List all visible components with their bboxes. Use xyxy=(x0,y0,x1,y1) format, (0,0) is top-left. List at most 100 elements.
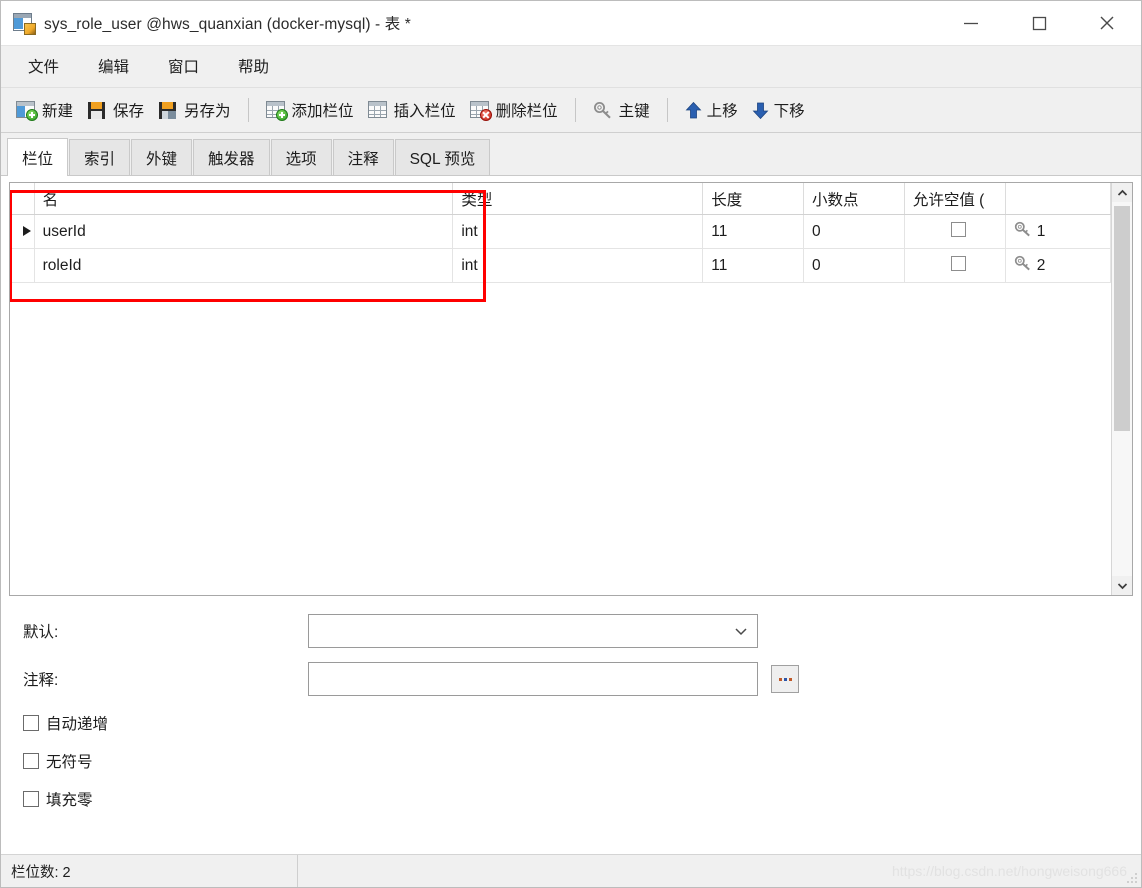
grid-vertical-scrollbar[interactable] xyxy=(1111,183,1132,595)
header-key[interactable] xyxy=(1005,183,1111,215)
window-controls xyxy=(937,1,1141,45)
scrollbar-track[interactable] xyxy=(1112,202,1132,576)
default-value-combobox[interactable] xyxy=(308,614,758,648)
cell-decimals[interactable]: 0 xyxy=(803,214,905,249)
cell-nullable[interactable] xyxy=(904,214,1006,249)
save-button[interactable]: 保存 xyxy=(80,93,151,127)
insert-field-button[interactable]: 插入栏位 xyxy=(361,93,463,127)
tab-indexes-label: 索引 xyxy=(84,150,116,168)
row-marker-selected[interactable] xyxy=(10,214,35,249)
status-bar-right: https://blog.csdn.net/hongweisong666 xyxy=(298,855,1141,887)
arrow-down-icon xyxy=(752,101,769,120)
scroll-up-button[interactable] xyxy=(1112,183,1132,202)
key-order: 2 xyxy=(1036,256,1046,274)
delete-field-icon xyxy=(469,100,492,121)
delete-field-button-label: 删除栏位 xyxy=(495,103,558,120)
tab-strip: 栏位 索引 外键 触发器 选项 注释 SQL 预览 xyxy=(1,133,1141,176)
minimize-button[interactable] xyxy=(937,1,1005,44)
save-as-button[interactable]: 另存为 xyxy=(151,93,238,127)
header-type[interactable]: 类型 xyxy=(452,183,704,215)
close-button[interactable] xyxy=(1073,1,1141,44)
scrollbar-thumb[interactable] xyxy=(1114,206,1130,431)
scroll-down-button[interactable] xyxy=(1112,576,1132,595)
key-icon xyxy=(1014,255,1033,276)
insert-field-button-label: 插入栏位 xyxy=(393,103,456,120)
fields-header-row: 名 类型 长度 小数点 允许空值 ( xyxy=(10,183,1111,215)
new-button[interactable]: 新建 xyxy=(9,93,80,127)
cell-decimals[interactable]: 0 xyxy=(803,248,905,283)
move-down-button[interactable]: 下移 xyxy=(745,93,812,127)
cell-name[interactable]: userId xyxy=(34,214,454,249)
comment-input[interactable] xyxy=(308,662,758,696)
fields-grid-viewport[interactable]: 名 类型 长度 小数点 允许空值 ( userId int 11 0 1 rol… xyxy=(10,183,1111,595)
save-as-icon xyxy=(158,101,179,120)
menu-item-window[interactable]: 窗口 xyxy=(152,51,215,82)
key-icon xyxy=(1014,221,1033,242)
zerofill-checkbox[interactable] xyxy=(23,791,39,807)
maximize-button[interactable] xyxy=(1005,1,1073,44)
cell-length[interactable]: 11 xyxy=(702,248,805,283)
cell-type[interactable]: int xyxy=(452,248,704,283)
cell-length[interactable]: 11 xyxy=(702,214,805,249)
row-marker[interactable] xyxy=(10,248,35,283)
window-title: sys_role_user @hws_quanxian (docker-mysq… xyxy=(44,16,411,33)
add-field-button[interactable]: 添加栏位 xyxy=(259,93,361,127)
tab-comment[interactable]: 注释 xyxy=(332,139,394,175)
zerofill-label: 填充零 xyxy=(46,792,93,809)
resize-grip[interactable] xyxy=(1126,872,1138,884)
add-field-icon xyxy=(265,100,288,121)
unsigned-label: 无符号 xyxy=(46,754,93,771)
tab-fields[interactable]: 栏位 xyxy=(7,138,69,176)
nullable-checkbox[interactable] xyxy=(951,221,967,237)
move-up-button[interactable]: 上移 xyxy=(678,93,745,127)
nullable-checkbox[interactable] xyxy=(951,255,967,271)
tab-options[interactable]: 选项 xyxy=(270,139,332,175)
auto-increment-row[interactable]: 自动递增 xyxy=(23,712,1141,734)
menu-item-edit[interactable]: 编辑 xyxy=(82,51,145,82)
tab-comment-label: 注释 xyxy=(347,150,379,168)
move-down-button-label: 下移 xyxy=(773,103,805,120)
row-selection-triangle-icon xyxy=(22,225,31,236)
ellipsis-dot-1 xyxy=(778,677,782,681)
zerofill-row[interactable]: 填充零 xyxy=(23,788,1141,810)
primary-key-button[interactable]: 主键 xyxy=(586,93,657,127)
fields-table: 名 类型 长度 小数点 允许空值 ( userId int 11 0 1 rol… xyxy=(10,183,1111,283)
cell-key[interactable]: 2 xyxy=(1005,248,1111,283)
table-row[interactable]: roleId int 11 0 2 xyxy=(10,248,1111,283)
toolbar-separator-3 xyxy=(666,98,668,122)
cell-key[interactable]: 1 xyxy=(1005,214,1111,249)
table-row[interactable]: userId int 11 0 1 xyxy=(10,214,1111,249)
tab-indexes[interactable]: 索引 xyxy=(69,139,131,175)
primary-key-icon xyxy=(593,101,614,120)
cell-nullable[interactable] xyxy=(904,248,1006,283)
tab-triggers-label: 触发器 xyxy=(208,150,255,168)
save-as-button-label: 另存为 xyxy=(184,103,231,120)
menu-item-file[interactable]: 文件 xyxy=(12,51,75,82)
tab-foreign-keys[interactable]: 外键 xyxy=(131,139,193,175)
header-nullable[interactable]: 允许空值 ( xyxy=(904,183,1006,215)
comment-row: 注释: xyxy=(23,662,1141,696)
fields-grid: 名 类型 长度 小数点 允许空值 ( userId int 11 0 1 rol… xyxy=(9,182,1133,596)
auto-increment-checkbox[interactable] xyxy=(23,715,39,731)
unsigned-row[interactable]: 无符号 xyxy=(23,750,1141,772)
auto-increment-label: 自动递增 xyxy=(46,716,109,733)
tab-triggers[interactable]: 触发器 xyxy=(193,139,270,175)
status-bar: 栏位数: 2 https://blog.csdn.net/hongweisong… xyxy=(1,854,1141,887)
toolbar: 新建 保存 另存为 添加栏位 插入栏位 删除栏位 主键 上移 下移 xyxy=(1,88,1141,133)
header-length[interactable]: 长度 xyxy=(702,183,805,215)
menu-item-help[interactable]: 帮助 xyxy=(222,51,285,82)
save-icon xyxy=(87,101,108,120)
title-bar: sys_role_user @hws_quanxian (docker-mysq… xyxy=(1,1,1141,46)
comment-browse-button[interactable] xyxy=(771,665,799,693)
header-name[interactable]: 名 xyxy=(34,183,454,215)
cell-type[interactable]: int xyxy=(452,214,704,249)
comment-label: 注释: xyxy=(23,672,59,689)
default-row: 默认: xyxy=(23,614,1141,648)
table-designer-window: sys_role_user @hws_quanxian (docker-mysq… xyxy=(0,0,1142,888)
delete-field-button[interactable]: 删除栏位 xyxy=(463,93,565,127)
unsigned-checkbox[interactable] xyxy=(23,753,39,769)
tab-sql-preview[interactable]: SQL 预览 xyxy=(394,139,491,175)
cell-name[interactable]: roleId xyxy=(34,248,454,283)
chevron-down-icon xyxy=(735,627,747,635)
header-decimals[interactable]: 小数点 xyxy=(803,183,905,215)
